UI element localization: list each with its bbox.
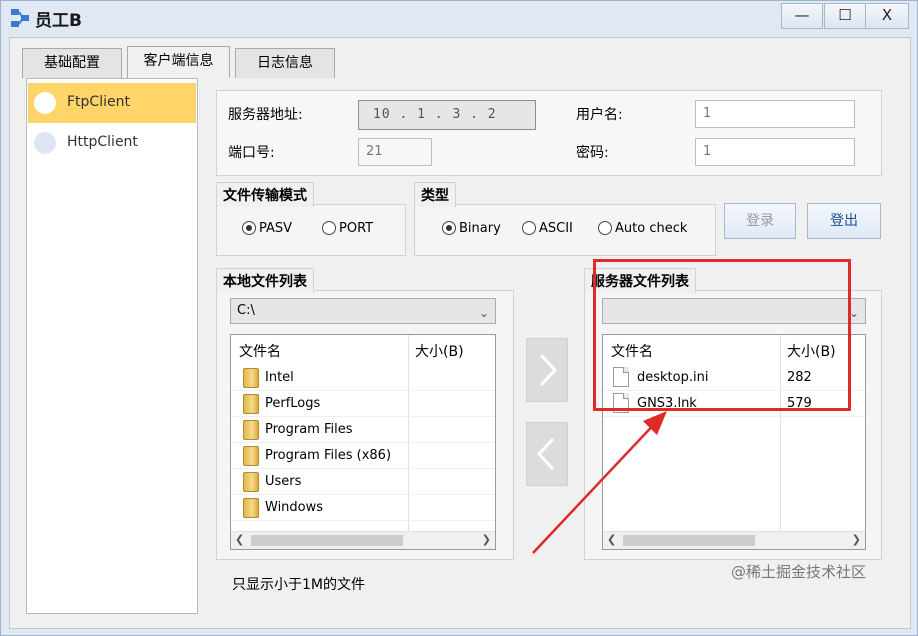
title-bar: 员工B — ☐ X [1,1,917,33]
list-item[interactable]: Program Files (x86) [231,443,495,469]
transfer-mode-title: 文件传输模式 [216,182,314,207]
chevron-right-icon [539,353,558,387]
file-name: Program Files (x86) [265,448,392,463]
file-name: Users [265,474,302,489]
file-name: Intel [265,370,294,385]
sidebar-item-httpclient[interactable]: HttpClient [28,123,196,163]
tab-log-info[interactable]: 日志信息 [235,48,335,78]
file-name: Windows [265,500,324,515]
radio-unchecked-icon [322,221,336,235]
list-item[interactable]: Windows [231,495,495,521]
file-size-note: 只显示小于1M的文件 [232,577,365,593]
password-label: 密码: [576,145,609,161]
column-header-size[interactable]: 大小(B) [415,341,464,361]
local-path-value: C:\ [237,303,255,318]
radio-unchecked-icon [522,221,536,235]
sidebar-item-ftpclient[interactable]: FtpClient [28,83,196,123]
autocheck-radio-label: Auto check [615,221,688,236]
logout-button[interactable]: 登出 [807,203,881,239]
folder-icon [243,394,259,414]
close-button[interactable]: X [865,3,909,29]
username-label: 用户名: [576,107,623,123]
scroll-left-icon[interactable]: ❮ [235,533,244,546]
chevron-down-icon: ⌄ [478,306,489,320]
list-item[interactable]: Users [231,469,495,495]
radio-checked-icon [442,221,456,235]
network-app-icon [11,9,29,27]
scroll-right-icon[interactable]: ❯ [482,533,491,546]
port-label: 端口号: [228,145,275,161]
folder-icon [243,368,259,388]
ascii-radio-label: ASCII [539,221,573,236]
client-sidebar: FtpClient HttpClient [26,78,198,614]
file-name: Program Files [265,422,353,437]
local-path-dropdown[interactable]: C:\ ⌄ [230,298,496,324]
app-window: 员工B — ☐ X 基础配置 客户端信息 日志信息 FtpClient Http… [0,0,918,636]
folder-icon [243,420,259,440]
scroll-right-icon[interactable]: ❯ [852,533,861,546]
ascii-radio[interactable]: ASCII [522,221,573,239]
highlight-annotation-box [593,259,851,411]
upload-arrow-button[interactable] [526,338,568,402]
list-item[interactable]: Program Files [231,417,495,443]
local-files-title: 本地文件列表 [216,268,314,293]
port-input[interactable]: 21 [358,138,432,166]
status-dot-icon [34,92,56,114]
pasv-radio-label: PASV [259,221,293,236]
list-item[interactable]: Intel [231,365,495,391]
type-group-title: 类型 [414,182,456,207]
tab-basic-config[interactable]: 基础配置 [22,48,122,78]
binary-radio-label: Binary [459,221,501,236]
username-input[interactable]: 1 [695,100,855,128]
port-radio-label: PORT [339,221,374,236]
watermark-text: @稀土掘金技术社区 [731,563,867,581]
autocheck-radio[interactable]: Auto check [598,221,687,239]
login-button[interactable]: 登录 [724,203,796,239]
folder-icon [243,498,259,518]
list-item[interactable]: PerfLogs [231,391,495,417]
local-file-list: 文件名 大小(B) Intel PerfLogs Program Files P… [230,334,496,550]
sidebar-item-label: HttpClient [67,134,138,150]
folder-icon [243,472,259,492]
password-input[interactable]: 1 [695,138,855,166]
folder-icon [243,446,259,466]
window-title: 员工B [35,11,82,31]
radio-unchecked-icon [598,221,612,235]
pasv-radio[interactable]: PASV [242,221,292,239]
annotation-arrow-icon [532,411,667,554]
server-address-label: 服务器地址: [228,107,303,123]
column-header-filename[interactable]: 文件名 [239,341,281,361]
tab-client-info[interactable]: 客户端信息 [127,46,230,78]
status-dot-icon [34,132,56,154]
server-address-input[interactable]: 10 . 1 . 3 . 2 [358,100,536,130]
list-header: 文件名 大小(B) [231,335,495,365]
radio-checked-icon [242,221,256,235]
horizontal-scrollbar[interactable]: ❮ ❯ [231,531,495,549]
port-radio[interactable]: PORT [322,221,373,239]
binary-radio[interactable]: Binary [442,221,501,239]
minimize-button[interactable]: — [781,3,823,29]
sidebar-item-label: FtpClient [67,94,130,110]
maximize-button[interactable]: ☐ [824,3,866,29]
scrollbar-thumb[interactable] [251,535,403,546]
file-name: PerfLogs [265,396,321,411]
